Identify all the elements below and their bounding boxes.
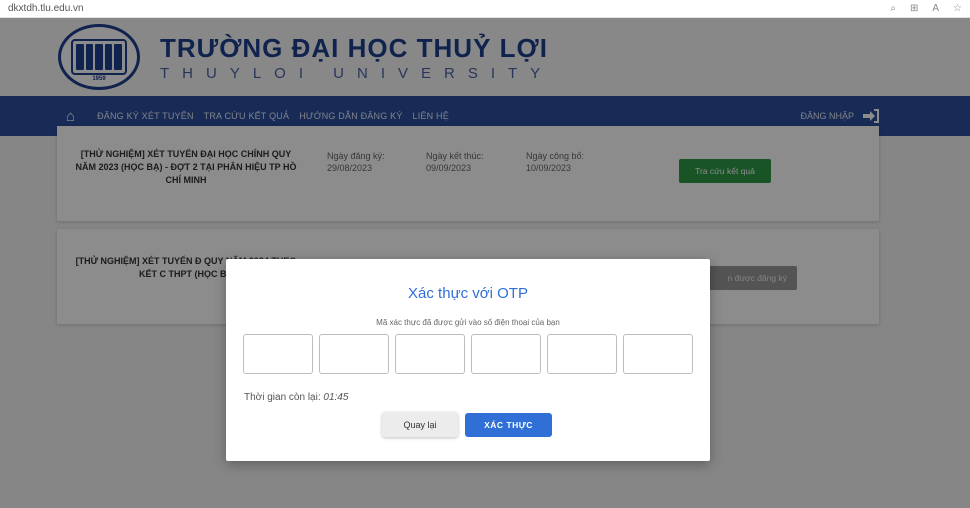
badge-icon[interactable]: ⊞ (910, 3, 918, 14)
countdown: Thời gian còn lại: 01:45 (244, 392, 348, 403)
url-text[interactable]: dkxtdh.tlu.edu.vn (8, 3, 84, 14)
otp-digit-6[interactable] (623, 334, 693, 374)
verify-button[interactable]: XÁC THỰC (465, 413, 552, 437)
countdown-value: 01:45 (323, 392, 349, 403)
otp-digit-4[interactable] (471, 334, 541, 374)
browser-icons: ⌕ ⊞ A ☆ (890, 3, 962, 14)
otp-dialog: Xác thực với OTP Mã xác thực đã được gửi… (226, 259, 710, 461)
countdown-label: Thời gian còn lại: (244, 392, 321, 403)
otp-digit-5[interactable] (547, 334, 617, 374)
otp-inputs (243, 334, 693, 374)
favorite-icon[interactable]: ☆ (953, 3, 962, 14)
search-icon[interactable]: ⌕ (890, 3, 896, 14)
otp-digit-3[interactable] (395, 334, 465, 374)
dialog-title: Xác thực với OTP (408, 285, 528, 302)
browser-address-bar: dkxtdh.tlu.edu.vn ⌕ ⊞ A ☆ (0, 0, 970, 18)
otp-digit-1[interactable] (243, 334, 313, 374)
otp-digit-2[interactable] (319, 334, 389, 374)
back-button[interactable]: Quay lại (382, 412, 458, 437)
dialog-description: Mã xác thực đã được gửi vào số điện thoạ… (376, 318, 560, 327)
read-aloud-icon[interactable]: A (932, 3, 939, 14)
